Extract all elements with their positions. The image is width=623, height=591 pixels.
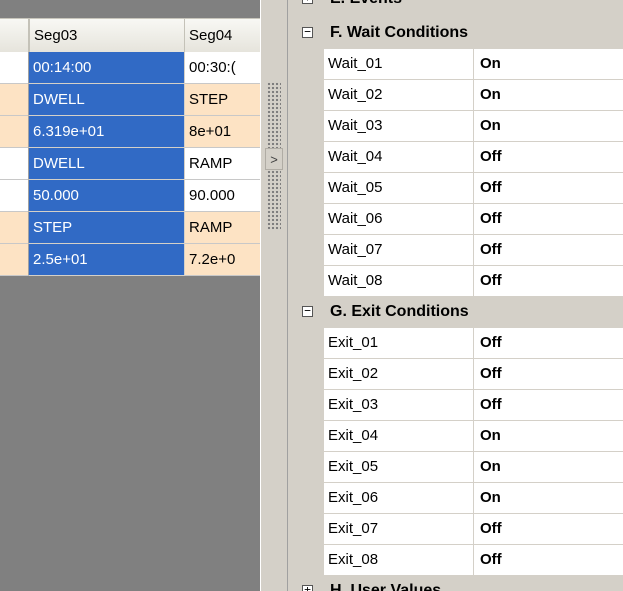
grid-row: DWELL STEP bbox=[0, 84, 260, 116]
grid-cell-selected[interactable]: 50.000 bbox=[29, 180, 185, 212]
property-name[interactable]: Wait_08 bbox=[324, 266, 474, 297]
segment-grid: Seg03 Seg04 00:14:00 00:30:( DWELL STEP … bbox=[0, 0, 260, 591]
grid-row: 2.5e+01 7.2e+0 bbox=[0, 244, 260, 276]
property-name[interactable]: Exit_03 bbox=[324, 390, 474, 421]
property-row: Wait_06 Off bbox=[288, 204, 623, 235]
property-name[interactable]: Exit_05 bbox=[324, 452, 474, 483]
property-name[interactable]: Exit_02 bbox=[324, 359, 474, 390]
category-exit-conditions[interactable]: − G. Exit Conditions bbox=[288, 297, 623, 328]
row-stub[interactable] bbox=[0, 84, 29, 116]
property-row: Wait_07 Off bbox=[288, 235, 623, 266]
property-row: Exit_08 Off bbox=[288, 545, 623, 576]
grid-cell[interactable]: 7.2e+0 bbox=[185, 244, 260, 276]
property-value[interactable]: On bbox=[474, 483, 623, 514]
property-row: Exit_01 Off bbox=[288, 328, 623, 359]
grid-cell[interactable]: RAMP bbox=[185, 148, 260, 180]
row-header-corner bbox=[0, 19, 29, 52]
property-name[interactable]: Exit_01 bbox=[324, 328, 474, 359]
grid-cell-selected[interactable]: 00:14:00 bbox=[29, 52, 185, 84]
panel-splitter[interactable]: > bbox=[260, 0, 288, 591]
property-row: Wait_08 Off bbox=[288, 266, 623, 297]
property-name[interactable]: Exit_04 bbox=[324, 421, 474, 452]
property-name[interactable]: Wait_02 bbox=[324, 80, 474, 111]
grid-header: Seg03 Seg04 bbox=[0, 18, 260, 53]
property-row: Wait_05 Off bbox=[288, 173, 623, 204]
property-value[interactable]: Off bbox=[474, 328, 623, 359]
property-name[interactable]: Exit_08 bbox=[324, 545, 474, 576]
property-grid: + E. Events − F. Wait Conditions Wait_01… bbox=[288, 0, 623, 591]
expand-icon[interactable]: + bbox=[302, 584, 313, 591]
property-row: Wait_02 On bbox=[288, 80, 623, 111]
grid-cell-selected[interactable]: 2.5e+01 bbox=[29, 244, 185, 276]
column-header-seg03[interactable]: Seg03 bbox=[29, 19, 185, 52]
grid-cell[interactable]: STEP bbox=[185, 84, 260, 116]
category-label: G. Exit Conditions bbox=[330, 303, 469, 320]
property-name[interactable]: Wait_03 bbox=[324, 111, 474, 142]
property-row: Exit_02 Off bbox=[288, 359, 623, 390]
row-stub[interactable] bbox=[0, 212, 29, 244]
grid-cell-selected[interactable]: DWELL bbox=[29, 84, 185, 116]
property-row: Wait_03 On bbox=[288, 111, 623, 142]
grid-row: 6.319e+01 8e+01 bbox=[0, 116, 260, 148]
property-row: Exit_04 On bbox=[288, 421, 623, 452]
property-value[interactable]: On bbox=[474, 80, 623, 111]
grid-cell[interactable]: 00:30:( bbox=[185, 52, 260, 84]
row-stub[interactable] bbox=[0, 116, 29, 148]
grid-cell[interactable]: 8e+01 bbox=[185, 116, 260, 148]
property-name[interactable]: Exit_06 bbox=[324, 483, 474, 514]
property-value[interactable]: Off bbox=[474, 204, 623, 235]
property-name[interactable]: Wait_06 bbox=[324, 204, 474, 235]
grid-cell-selected[interactable]: DWELL bbox=[29, 148, 185, 180]
category-events[interactable]: + E. Events bbox=[288, 0, 623, 15]
collapse-icon[interactable]: − bbox=[302, 26, 313, 38]
property-name[interactable]: Exit_07 bbox=[324, 514, 474, 545]
column-header-seg04[interactable]: Seg04 bbox=[185, 19, 260, 52]
collapse-arrow-icon[interactable]: > bbox=[265, 148, 283, 170]
property-value[interactable]: On bbox=[474, 421, 623, 452]
row-stub[interactable] bbox=[0, 244, 29, 276]
category-wait-conditions[interactable]: − F. Wait Conditions bbox=[288, 18, 623, 49]
property-row: Exit_05 On bbox=[288, 452, 623, 483]
grid-row: 50.000 90.000 bbox=[0, 180, 260, 212]
property-value[interactable]: Off bbox=[474, 266, 623, 297]
grid-cell[interactable]: RAMP bbox=[185, 212, 260, 244]
category-label: F. Wait Conditions bbox=[330, 24, 469, 41]
property-value[interactable]: Off bbox=[474, 514, 623, 545]
property-row: Exit_07 Off bbox=[288, 514, 623, 545]
grid-cell[interactable]: 90.000 bbox=[185, 180, 260, 212]
property-row: Wait_04 Off bbox=[288, 142, 623, 173]
expand-icon[interactable]: + bbox=[302, 0, 313, 4]
property-value[interactable]: Off bbox=[474, 235, 623, 266]
property-value[interactable]: On bbox=[474, 49, 623, 80]
property-row: Exit_03 Off bbox=[288, 390, 623, 421]
category-label: H. User Values bbox=[330, 582, 442, 591]
property-value[interactable]: Off bbox=[474, 142, 623, 173]
category-user-values[interactable]: + H. User Values bbox=[288, 576, 623, 591]
property-name[interactable]: Wait_04 bbox=[324, 142, 474, 173]
property-row: Exit_06 On bbox=[288, 483, 623, 514]
property-value[interactable]: On bbox=[474, 111, 623, 142]
property-value[interactable]: On bbox=[474, 452, 623, 483]
property-value[interactable]: Off bbox=[474, 545, 623, 576]
property-row: Wait_01 On bbox=[288, 49, 623, 80]
collapse-icon[interactable]: − bbox=[302, 305, 313, 317]
grid-cell-selected[interactable]: 6.319e+01 bbox=[29, 116, 185, 148]
row-stub[interactable] bbox=[0, 148, 29, 180]
property-name[interactable]: Wait_05 bbox=[324, 173, 474, 204]
property-name[interactable]: Wait_01 bbox=[324, 49, 474, 80]
property-name[interactable]: Wait_07 bbox=[324, 235, 474, 266]
grid-row: STEP RAMP bbox=[0, 212, 260, 244]
grid-cell-selected[interactable]: STEP bbox=[29, 212, 185, 244]
property-value[interactable]: Off bbox=[474, 359, 623, 390]
grid-row: 00:14:00 00:30:( bbox=[0, 52, 260, 84]
category-label: E. Events bbox=[330, 0, 402, 14]
grid-row: DWELL RAMP bbox=[0, 148, 260, 180]
property-value[interactable]: Off bbox=[474, 173, 623, 204]
row-stub[interactable] bbox=[0, 180, 29, 212]
row-stub[interactable] bbox=[0, 52, 29, 84]
property-value[interactable]: Off bbox=[474, 390, 623, 421]
